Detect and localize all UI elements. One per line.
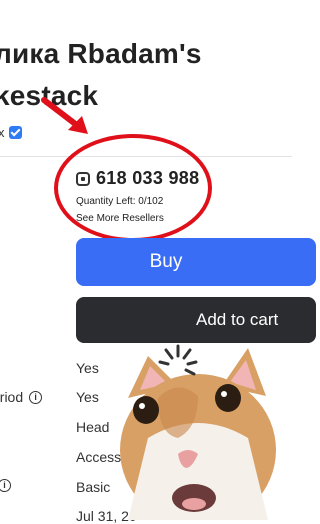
red-circle-annotation <box>54 134 212 242</box>
detail-value: Yes <box>76 360 99 376</box>
detail-value: Yes <box>76 389 99 405</box>
info-icon[interactable]: i <box>0 479 11 492</box>
red-arrow-annotation <box>41 97 88 134</box>
detail-label-text: eriod <box>0 389 24 405</box>
buy-button[interactable]: Buy <box>76 238 316 286</box>
detail-label-period: eriod i <box>0 389 43 405</box>
info-icon[interactable]: i <box>29 390 43 404</box>
verified-badge-icon <box>8 126 22 139</box>
detail-value: Head <box>76 419 110 435</box>
creator-row[interactable]: x <box>0 125 22 140</box>
cat-sticker <box>120 344 276 520</box>
detail-label-with-info: i <box>0 479 11 492</box>
add-to-cart-button[interactable]: Add to cart <box>76 297 316 343</box>
item-title: лика Rbadam's <box>0 38 202 69</box>
detail-value: Basic <box>76 479 111 495</box>
creator-name[interactable]: x <box>0 125 5 140</box>
